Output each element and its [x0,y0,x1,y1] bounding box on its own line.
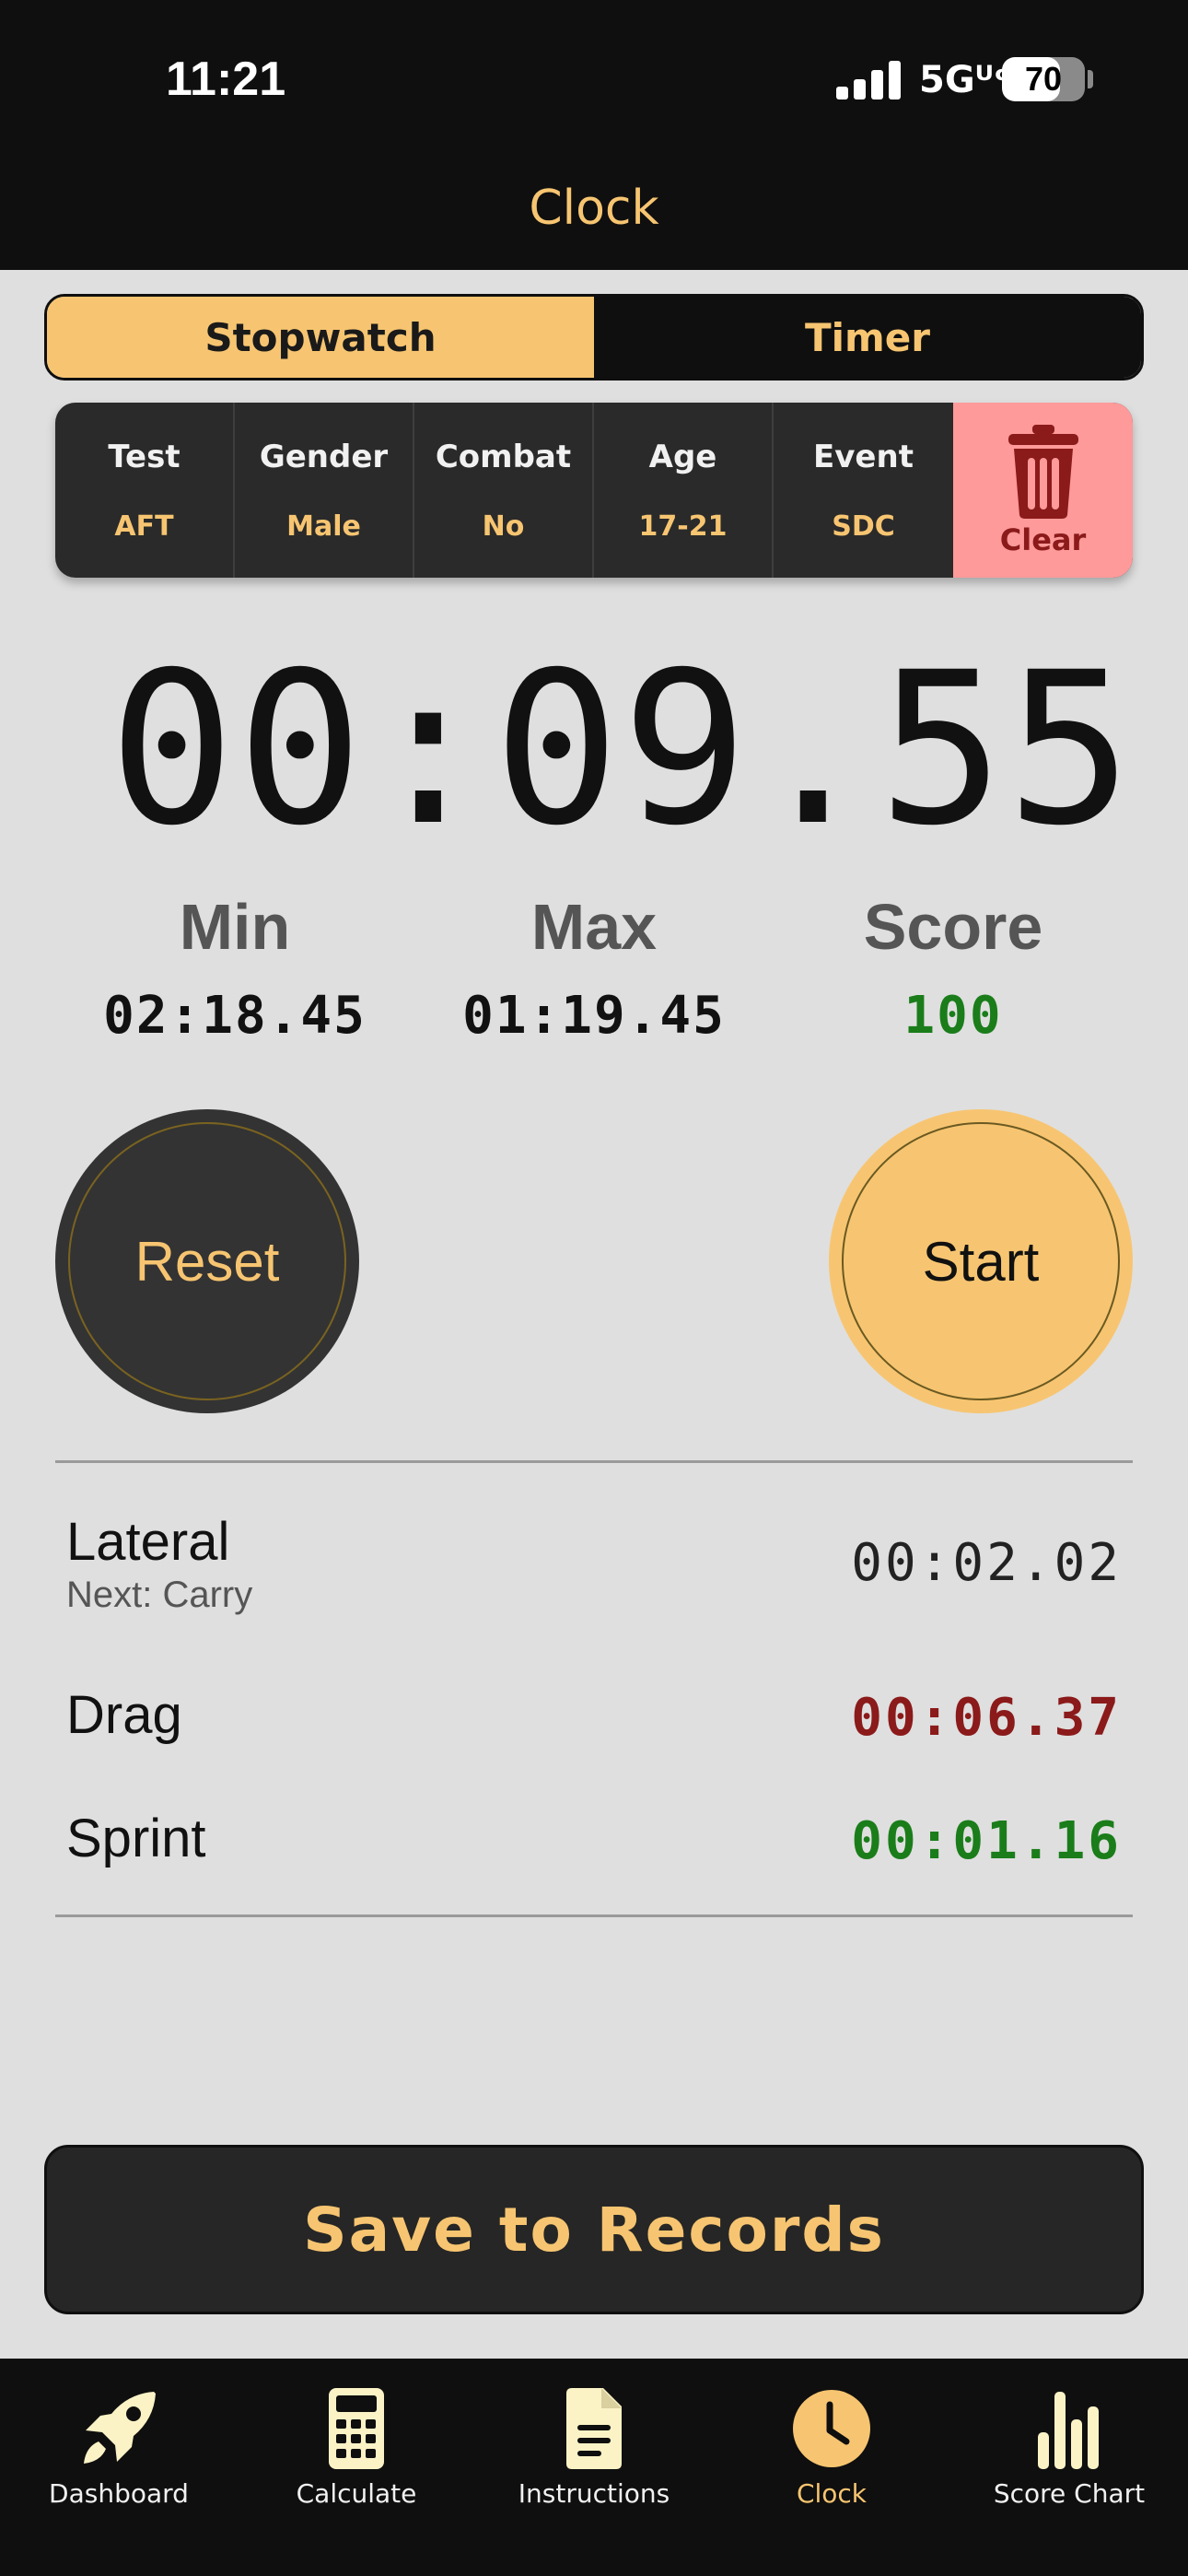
document-icon [566,2388,622,2469]
stat-max-label: Max [530,891,658,963]
tab-clock[interactable]: Clock [713,2359,950,2576]
tab-label: Dashboard [49,2478,189,2509]
stat-max: Max 01:19.45 [414,890,774,1046]
lap-item: Drag 00:06.37 [66,1684,1122,1748]
info-label: Combat [435,438,572,475]
tab-dashboard[interactable]: Dashboard [0,2359,238,2576]
info-label: Test [108,438,181,475]
lap-time: 00:02.02 [851,1533,1122,1593]
save-to-records-button[interactable]: Save to Records [44,2145,1144,2314]
stat-score-value: 100 [903,986,1003,1046]
tab-timer[interactable]: Timer [594,297,1141,378]
stat-score: Score 100 [774,890,1133,1046]
start-label: Start [922,1230,1040,1293]
page-title: Clock [529,181,659,236]
lap-item: Lateral Next: Carry 00:02.02 [66,1511,1122,1616]
tab-calculate[interactable]: Calculate [238,2359,475,2576]
tab-label: Calculate [296,2478,417,2509]
tab-bar: Dashboard Calculate Instructions Clock S… [0,2359,1188,2576]
lap-time: 00:01.16 [851,1811,1122,1871]
stats-row: Min 02:18.45 Max 01:19.45 Score 100 [55,890,1133,1046]
calculator-icon [329,2388,384,2469]
network-label: 5Gᵁᶜ [919,59,1009,101]
tab-instructions[interactable]: Instructions [475,2359,713,2576]
battery-tip [1088,70,1093,88]
bar-chart-icon [1038,2392,1099,2469]
stat-min: Min 02:18.45 [55,890,414,1046]
clock-icon [793,2390,870,2467]
status-time: 11:21 [166,53,286,106]
stat-score-label: Score [863,891,1043,963]
laps-bottom-divider [55,1914,1133,1917]
battery-percent: 70 [1024,60,1063,98]
tab-stopwatch[interactable]: Stopwatch [47,297,594,378]
signal-icon [836,61,901,100]
stopwatch-display: 00:09.55 [108,626,1136,872]
stat-min-label: Min [179,891,291,963]
info-age[interactable]: Age 17-21 [594,403,774,578]
rocket-icon [84,2392,156,2464]
lap-time: 00:06.37 [851,1688,1122,1748]
laps-top-divider [55,1460,1133,1463]
clear-label: Clear [999,522,1087,557]
stat-min-value: 02:18.45 [103,986,367,1046]
info-value: Male [286,509,361,543]
stat-max-value: 01:19.45 [462,986,726,1046]
info-value: SDC [832,509,895,543]
start-button[interactable]: Start [829,1109,1133,1413]
info-value: No [482,509,525,543]
event-info-bar: Test AFT Gender Male Combat No Age 17-21… [55,403,1133,578]
info-test[interactable]: Test AFT [55,403,235,578]
lap-item: Sprint 00:01.16 [66,1808,1122,1871]
battery-icon: 70 [1002,57,1085,101]
tab-label: Score Chart [993,2478,1146,2509]
info-value: AFT [114,509,174,543]
info-event[interactable]: Event SDC [774,403,953,578]
tab-label: Instructions [518,2478,670,2509]
info-gender[interactable]: Gender Male [235,403,414,578]
info-label: Age [648,438,717,475]
clear-button[interactable]: Clear [953,403,1133,578]
trash-icon [1007,425,1078,519]
info-label: Event [813,438,914,475]
reset-button[interactable]: Reset [55,1109,359,1413]
info-value: 17-21 [638,509,728,543]
reset-label: Reset [134,1230,280,1293]
top-bar: 11:21 5Gᵁᶜ 70 Clock [0,0,1188,270]
tab-score-chart[interactable]: Score Chart [950,2359,1188,2576]
mode-segmented-control: Stopwatch Timer [44,294,1144,381]
tab-label: Clock [796,2478,868,2509]
info-combat[interactable]: Combat No [414,403,594,578]
info-label: Gender [259,438,389,475]
